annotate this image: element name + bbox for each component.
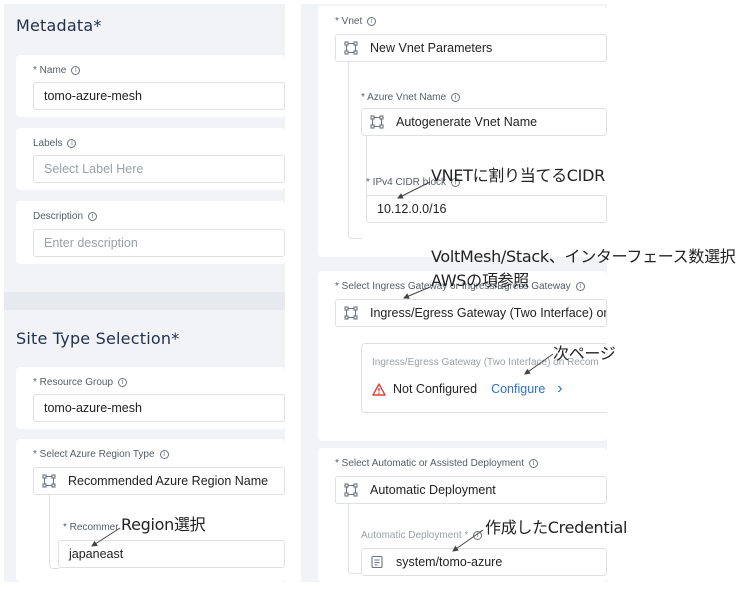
annotation-gateway-line2: AWSの項参照 [431,271,529,290]
arrow-next-page [524,353,554,375]
arrow-region [91,527,121,547]
annotation-region: Region選択 [121,515,206,534]
annotation-credential: 作成したCredential [485,518,628,537]
annotation-next-page: 次ページ [553,344,616,363]
arrow-credential [452,529,484,552]
annotation-arrows [91,181,554,552]
annotation-cidr: VNETに割り当てるCIDR [431,166,605,185]
annotation-gateway-line1: VoltMesh/Stack、インターフェース数選択 [431,247,736,266]
arrow-cidr [397,181,431,199]
arrow-gateway [403,286,431,299]
